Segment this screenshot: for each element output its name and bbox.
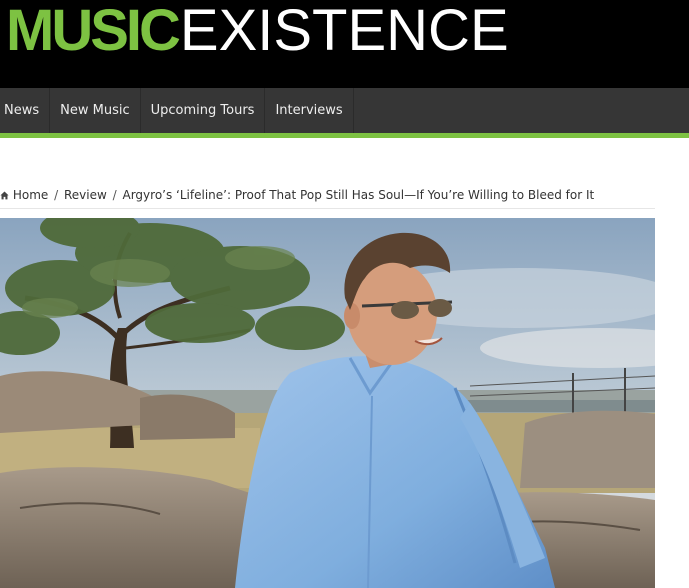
logo-music-text: MUSIC — [6, 0, 181, 63]
main-navigation: News New Music Upcoming Tours Interviews — [0, 88, 689, 133]
breadcrumb-separator: / — [112, 188, 117, 202]
nav-item-upcoming-tours[interactable]: Upcoming Tours — [141, 88, 266, 133]
nav-item-new-music[interactable]: New Music — [50, 88, 141, 133]
breadcrumb-review-link[interactable]: Review — [64, 188, 107, 202]
nav-item-interviews[interactable]: Interviews — [265, 88, 354, 133]
hero-photo — [0, 218, 655, 588]
breadcrumb-divider — [0, 208, 655, 209]
breadcrumb-home-link[interactable]: Home — [13, 188, 48, 202]
breadcrumb-current-article: Argyro’s ‘Lifeline’: Proof That Pop Stil… — [122, 188, 595, 202]
breadcrumb-separator: / — [54, 188, 59, 202]
nav-accent-bar — [0, 133, 689, 138]
nav-item-news[interactable]: News — [0, 88, 51, 133]
home-icon — [0, 191, 9, 200]
breadcrumb: Home / Review / Argyro’s ‘Lifeline’: Pro… — [0, 187, 655, 203]
masthead: MUSICEXISTENCE — [0, 0, 689, 88]
logo-existence-text: EXISTENCE — [179, 0, 509, 63]
article-hero-image — [0, 218, 655, 588]
site-logo[interactable]: MUSICEXISTENCE — [6, 0, 509, 67]
